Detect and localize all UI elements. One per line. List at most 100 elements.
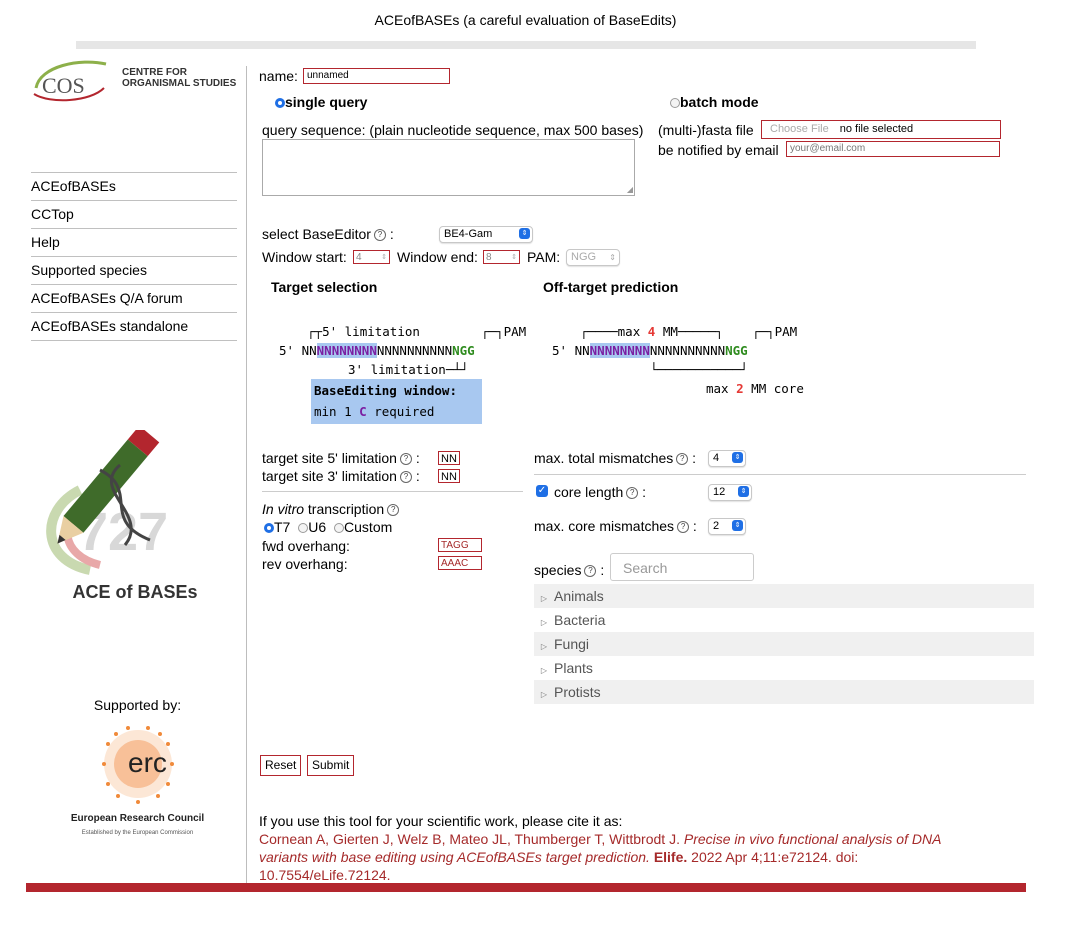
help-icon[interactable]: ? [399, 453, 412, 466]
species-label: species? : [534, 562, 605, 578]
sidebar-item-help[interactable]: Help [31, 228, 237, 256]
u6-radio[interactable] [298, 523, 309, 534]
species-search-input[interactable]: Search [610, 553, 754, 581]
off-mm-label: MM [662, 324, 678, 339]
baseeditor-select[interactable]: BE4-Gam ⇕ [439, 226, 533, 243]
sidebar-item-aceofbases[interactable]: ACEofBASEs [31, 172, 237, 200]
fwd-overhang-input[interactable]: TAGG [438, 538, 482, 552]
target-pam-label: ┌─┐PAM [481, 324, 527, 339]
citation-intro: If you use this tool for your scientific… [259, 813, 623, 829]
limit5-text: 5' limitation [322, 324, 420, 339]
select-arrows-icon: ⇕ [738, 486, 749, 497]
species-group-label: Protists [554, 684, 601, 700]
baseediting-window-box: BaseEditing window: min 1 C required [311, 379, 482, 424]
target-pam-text: PAM [503, 324, 527, 339]
species-group-bacteria[interactable]: ▷ Bacteria [534, 608, 1034, 632]
species-group-fungi[interactable]: ▷ Fungi [534, 632, 1034, 656]
baseediting-window-req: min 1 C required [314, 401, 479, 422]
offtarget-pam-label: ┌─┐PAM [752, 324, 798, 339]
offtarget-sequence: 5' NNNNNNNNNNNNNNNNNNNNNGG [552, 341, 748, 360]
help-icon[interactable]: ? [373, 229, 386, 242]
max-core-mismatches-select[interactable]: 2 ⇕ [708, 518, 746, 535]
u6-label: U6 [308, 519, 327, 535]
off-pam-text: PAM [774, 324, 798, 339]
mode-batch-option[interactable]: batch mode [670, 94, 759, 110]
help-icon[interactable]: ? [677, 521, 690, 534]
select-arrows-icon: ⇕ [732, 520, 743, 531]
t7-radio[interactable] [264, 523, 274, 534]
sidebar-item-qa-forum[interactable]: ACEofBASEs Q/A forum [31, 284, 237, 312]
sidebar-divider [246, 66, 247, 884]
off-seq-pam: NGG [725, 343, 748, 358]
window-start-input[interactable]: 4 ⇕ [353, 250, 390, 264]
off-seq-rest: NNNNNNNNNN [649, 343, 726, 358]
offtarget-core-bracket: └───────────┘ [650, 362, 748, 377]
off-core-max: 2 [736, 381, 744, 396]
select-arrows-icon: ⇕ [519, 228, 530, 239]
pam-select[interactable]: NGG ⇕ [566, 249, 620, 266]
select-baseeditor-label: select BaseEditor? : [262, 226, 394, 242]
rev-overhang-label: rev overhang: [262, 556, 348, 572]
erc-logo[interactable]: erc [88, 714, 188, 814]
req-pre: min 1 [314, 404, 352, 419]
core-mm-text: max. core mismatches [534, 518, 675, 534]
custom-label: Custom [344, 519, 393, 535]
reset-button[interactable]: Reset [260, 755, 302, 776]
species-group-label: Bacteria [554, 612, 606, 628]
site3-limitation-input[interactable]: NN [438, 469, 460, 483]
single-query-radio[interactable] [275, 98, 285, 109]
mode-single-option[interactable]: single query [275, 94, 367, 110]
sidebar-item-supported-species[interactable]: Supported species [31, 256, 237, 284]
site3-text: target site 3' limitation [262, 468, 397, 484]
cos-logo-line2: ORGANISMAL STUDIES [122, 78, 237, 89]
expand-triangle-icon: ▷ [540, 690, 548, 699]
core-length-select[interactable]: 12 ⇕ [708, 484, 752, 501]
window-end-input[interactable]: 8 ⇕ [483, 250, 520, 264]
target-seq-pam: NGG [452, 343, 475, 358]
resize-grip-icon[interactable]: ◢ [627, 185, 633, 194]
footer-bar [26, 883, 1026, 892]
max-total-mismatches-select[interactable]: 4 ⇕ [708, 450, 746, 467]
no-file-selected-text: no file selected [839, 123, 914, 135]
help-icon[interactable]: ? [399, 471, 412, 484]
batch-mode-radio[interactable] [670, 98, 680, 109]
site5-limitation-input[interactable]: NN [438, 451, 460, 465]
species-group-protists[interactable]: ▷ Protists [534, 680, 1034, 704]
sidebar-nav-end [31, 340, 237, 341]
target-5prime-limitation: ┌┬5' limitation [307, 324, 420, 339]
baseeditor-value: BE4-Gam [444, 228, 493, 240]
species-group-animals[interactable]: ▷ Animals [534, 584, 1034, 608]
invitro-rest: transcription [307, 501, 385, 517]
baseediting-window-title: BaseEditing window: [314, 383, 457, 398]
cos-logo[interactable]: COS [30, 58, 110, 104]
page-title: ACEofBASEs (a careful evaluation of Base… [374, 12, 677, 28]
help-icon[interactable]: ? [626, 487, 639, 500]
req-post: required [374, 404, 435, 419]
name-input[interactable]: unnamed [303, 68, 450, 84]
help-icon[interactable]: ? [676, 453, 689, 466]
citation-link[interactable]: Cornean A, Gierten J, Welz B, Mateo JL, … [259, 830, 989, 884]
supported-by-label: Supported by: [93, 697, 182, 713]
submit-button[interactable]: Submit [307, 755, 355, 776]
help-icon[interactable]: ? [387, 504, 400, 517]
species-text: species [534, 562, 582, 578]
core-length-checkbox[interactable]: ✓ [536, 485, 548, 497]
cos-logo-text: CENTRE FOR ORGANISMAL STUDIES [122, 67, 236, 89]
rev-overhang-input[interactable]: AAAC [438, 556, 482, 570]
site3-limitation-label: target site 3' limitation? : [262, 468, 420, 484]
spinner-icon[interactable]: ⇕ [381, 251, 387, 265]
req-c: C [359, 404, 367, 419]
species-group-plants[interactable]: ▷ Plants [534, 656, 1034, 680]
custom-radio[interactable] [334, 523, 345, 534]
sidebar-item-cctop[interactable]: CCTop [31, 200, 237, 228]
query-sequence-textarea[interactable]: ◢ [262, 139, 635, 196]
fasta-file-input[interactable]: Choose File no file selected [761, 120, 1001, 139]
citation-journal: Elife. [653, 849, 688, 865]
spinner-icon[interactable]: ⇕ [511, 251, 517, 265]
sidebar-item-standalone[interactable]: ACEofBASEs standalone [31, 312, 237, 340]
off-seq-prefix: 5' NN [552, 343, 590, 358]
choose-file-button[interactable]: Choose File [770, 123, 829, 135]
help-icon[interactable]: ? [584, 565, 597, 578]
core-mm-value: 2 [713, 520, 720, 532]
email-input[interactable]: your@email.com [786, 141, 1000, 157]
